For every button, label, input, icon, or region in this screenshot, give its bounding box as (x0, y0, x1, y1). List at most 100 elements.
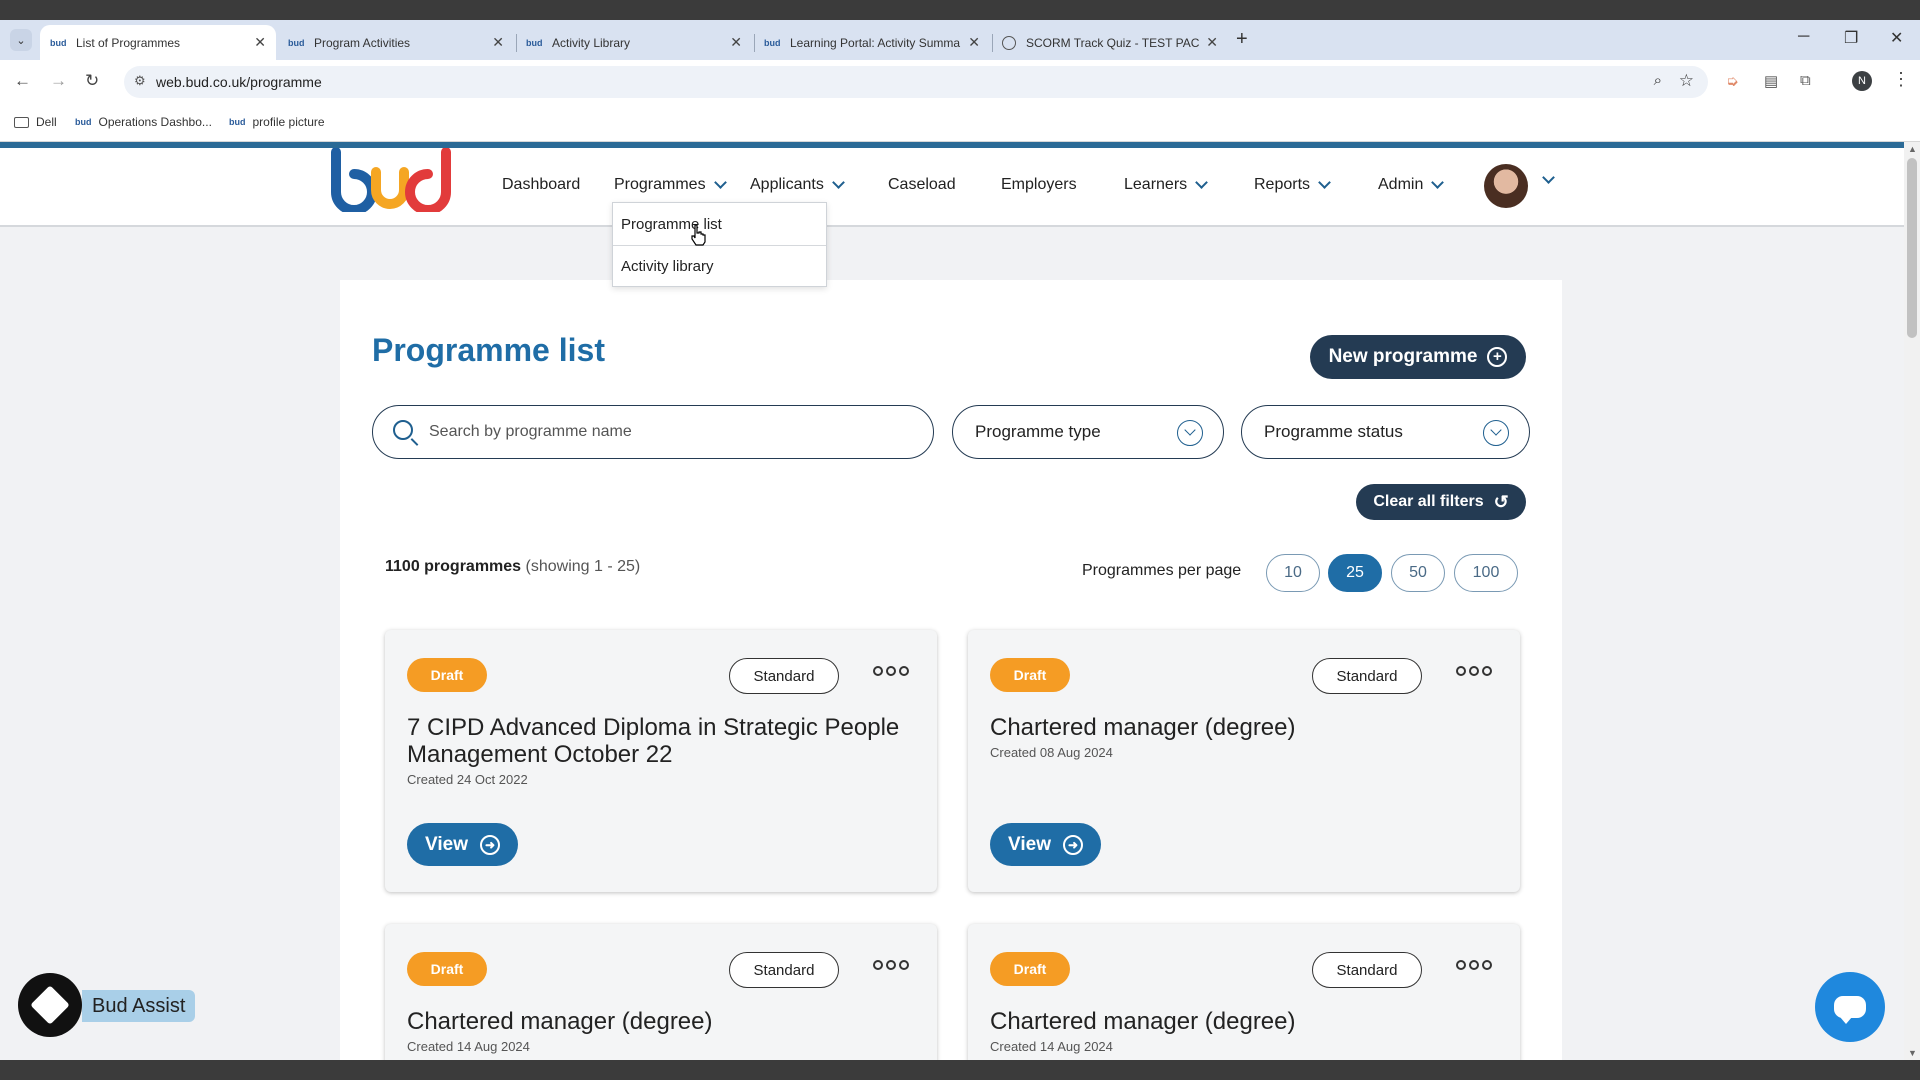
status-badge: Draft (990, 658, 1070, 692)
clear-all-filters-button[interactable]: Clear all filters ↺ (1356, 484, 1526, 520)
bookmark-profile-picture[interactable]: bud profile picture (229, 115, 325, 129)
close-tab-icon[interactable]: ✕ (730, 34, 742, 51)
tab-title: SCORM Track Quiz - TEST PACK (1026, 35, 1201, 50)
button-label: Clear all filters (1373, 493, 1484, 510)
diamond-icon (30, 985, 70, 1025)
close-window-icon[interactable]: ✕ (1890, 28, 1903, 48)
bookmark-operations-dashboard[interactable]: bud Operations Dashbo... (75, 115, 212, 129)
scrollbar-thumb[interactable] (1907, 158, 1917, 338)
page-scrollbar[interactable]: ▲ ▼ (1904, 142, 1920, 1060)
scroll-up-icon[interactable]: ▲ (1908, 144, 1917, 154)
view-button[interactable]: View ➜ (407, 823, 518, 866)
programme-card: Draft Standard Chartered manager (degree… (968, 630, 1520, 892)
programme-card: Draft Standard Chartered manager (degree… (385, 924, 937, 1060)
bookmark-dell[interactable]: Dell (14, 115, 57, 129)
extension-icon[interactable]: ➭ (1726, 72, 1739, 90)
user-avatar[interactable] (1484, 164, 1528, 208)
programme-title[interactable]: Chartered manager (degree) (407, 1008, 917, 1035)
tab-program-activities[interactable]: bud Program Activities ✕ (278, 25, 514, 60)
nav-applicants[interactable]: Applicants (750, 176, 845, 194)
menu-item-programme-list[interactable]: Programme list (613, 203, 826, 245)
tab-title: Program Activities (314, 35, 411, 50)
site-navigation: Dashboard Programmes Applicants Caseload… (0, 148, 1904, 227)
programme-title[interactable]: Chartered manager (degree) (990, 1008, 1500, 1035)
nav-programmes[interactable]: Programmes (614, 176, 727, 194)
view-button[interactable]: View ➜ (990, 823, 1101, 866)
chat-bubble-icon (1834, 996, 1866, 1024)
bud-assist-button[interactable] (18, 973, 82, 1037)
created-date: Created 24 Oct 2022 (407, 772, 528, 787)
search-box (372, 405, 934, 459)
bookmark-label: Operations Dashbo... (98, 115, 212, 129)
site-info-icon[interactable]: ⚙ (134, 73, 146, 89)
programme-status-select[interactable]: Programme status (1241, 405, 1530, 459)
reading-list-icon[interactable]: ▤ (1764, 72, 1778, 90)
tab-learning-portal[interactable]: bud Learning Portal: Activity Summa ✕ (754, 25, 990, 60)
search-input[interactable] (429, 420, 909, 444)
tab-search-button[interactable]: ⌄ (10, 29, 32, 51)
address-bar: ← → ↻ ⚙ web.bud.co.uk/programme ⌕ ☆ ➭ ▤ … (0, 60, 1920, 104)
zoom-icon[interactable]: ⌕ (1654, 72, 1662, 89)
forward-icon[interactable]: → (50, 71, 67, 91)
scroll-down-icon[interactable]: ▼ (1908, 1048, 1917, 1058)
button-label: View (425, 833, 468, 855)
more-options-icon[interactable] (1456, 666, 1492, 676)
hand-cursor-icon (691, 224, 706, 246)
tab-scorm-quiz[interactable]: SCORM Track Quiz - TEST PACK ✕ (992, 25, 1228, 60)
programme-type-select[interactable]: Programme type (952, 405, 1224, 459)
per-page-100[interactable]: 100 (1454, 554, 1518, 592)
button-label: View (1008, 833, 1051, 855)
nav-caseload[interactable]: Caseload (888, 176, 956, 194)
nav-admin[interactable]: Admin (1378, 176, 1445, 194)
reload-icon[interactable]: ↻ (85, 71, 99, 91)
more-options-icon[interactable] (873, 960, 909, 970)
close-tab-icon[interactable]: ✕ (1206, 34, 1218, 51)
count-total: 1100 programmes (385, 558, 522, 575)
tab-activity-library[interactable]: bud Activity Library ✕ (516, 25, 752, 60)
bud-favicon-icon: bud (526, 37, 543, 48)
restore-icon[interactable]: ❐ (1844, 28, 1858, 48)
per-page-10[interactable]: 10 (1266, 554, 1320, 592)
folder-icon (14, 116, 29, 128)
bookmark-label: Dell (36, 115, 57, 129)
screen-bottom-edge (0, 1060, 1920, 1080)
more-options-icon[interactable] (873, 666, 909, 676)
back-icon[interactable]: ← (14, 71, 31, 91)
button-label: New programme (1328, 346, 1478, 367)
per-page-50[interactable]: 50 (1391, 554, 1445, 592)
nav-label: Dashboard (502, 176, 581, 193)
close-tab-icon[interactable]: ✕ (492, 34, 504, 51)
browser-menu-icon[interactable]: ⋮ (1892, 69, 1910, 90)
nav-dashboard[interactable]: Dashboard (502, 176, 580, 194)
new-programme-button[interactable]: New programme + (1310, 335, 1526, 379)
close-tab-icon[interactable]: ✕ (968, 34, 980, 51)
type-badge: Standard (729, 952, 839, 988)
new-tab-button[interactable]: + (1236, 28, 1248, 51)
nav-employers[interactable]: Employers (1001, 176, 1077, 194)
created-date: Created 14 Aug 2024 (407, 1039, 530, 1054)
browser-profile-avatar[interactable]: N (1852, 71, 1872, 91)
programme-title[interactable]: Chartered manager (degree) (990, 714, 1500, 741)
close-tab-icon[interactable]: ✕ (254, 34, 266, 51)
type-badge: Standard (729, 658, 839, 694)
url-field[interactable]: ⚙ web.bud.co.uk/programme ⌕ ☆ (124, 66, 1708, 98)
extensions-puzzle-icon[interactable]: ⧉ (1800, 72, 1811, 89)
created-date: Created 08 Aug 2024 (990, 745, 1113, 760)
browser-chrome: ⌄ bud List of Programmes ✕ bud Program A… (0, 20, 1920, 142)
chat-button[interactable] (1815, 972, 1885, 1042)
tab-title: Activity Library (552, 35, 631, 50)
tab-list-of-programmes[interactable]: bud List of Programmes ✕ (40, 25, 276, 60)
chevron-down-icon[interactable] (1542, 171, 1555, 184)
programme-title[interactable]: 7 CIPD Advanced Diploma in Strategic Peo… (407, 714, 917, 768)
nav-learners[interactable]: Learners (1124, 176, 1209, 194)
bud-logo[interactable] (330, 148, 454, 212)
nav-reports[interactable]: Reports (1254, 176, 1331, 194)
nav-label: Employers (1001, 176, 1077, 193)
bookmark-star-icon[interactable]: ☆ (1679, 71, 1694, 91)
page-viewport: Dashboard Programmes Applicants Caseload… (0, 142, 1904, 1060)
bud-assist-label[interactable]: Bud Assist (82, 990, 196, 1022)
menu-item-activity-library[interactable]: Activity library (613, 245, 826, 287)
minimize-icon[interactable]: ─ (1798, 28, 1809, 46)
more-options-icon[interactable] (1456, 960, 1492, 970)
per-page-25[interactable]: 25 (1328, 554, 1382, 592)
